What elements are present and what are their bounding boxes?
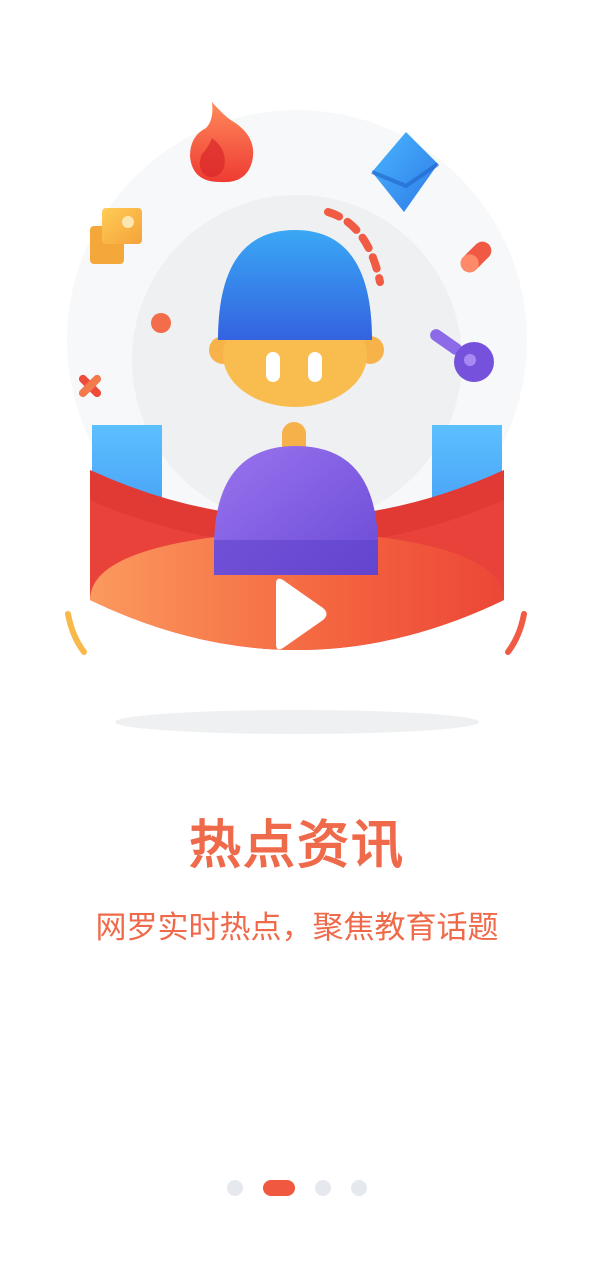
ground-shadow	[115, 710, 479, 734]
figure-eye-right	[308, 352, 322, 382]
fire-icon	[190, 102, 254, 183]
page-dot-3[interactable]	[315, 1180, 331, 1196]
decor-right-arc	[505, 611, 527, 655]
decor-dot	[151, 313, 171, 333]
page-title: 热点资讯	[188, 816, 405, 876]
page-subtitle: 网罗实时热点，聚焦教育话题	[95, 910, 499, 946]
page-dot-2-active[interactable]	[263, 1180, 295, 1196]
figure-eye-left	[266, 352, 280, 382]
decor-left-arc	[65, 611, 87, 655]
hero-illustration	[65, 102, 527, 734]
page-dot-1[interactable]	[227, 1180, 243, 1196]
page-indicator[interactable]	[0, 1178, 594, 1198]
page-dot-4[interactable]	[351, 1180, 367, 1196]
